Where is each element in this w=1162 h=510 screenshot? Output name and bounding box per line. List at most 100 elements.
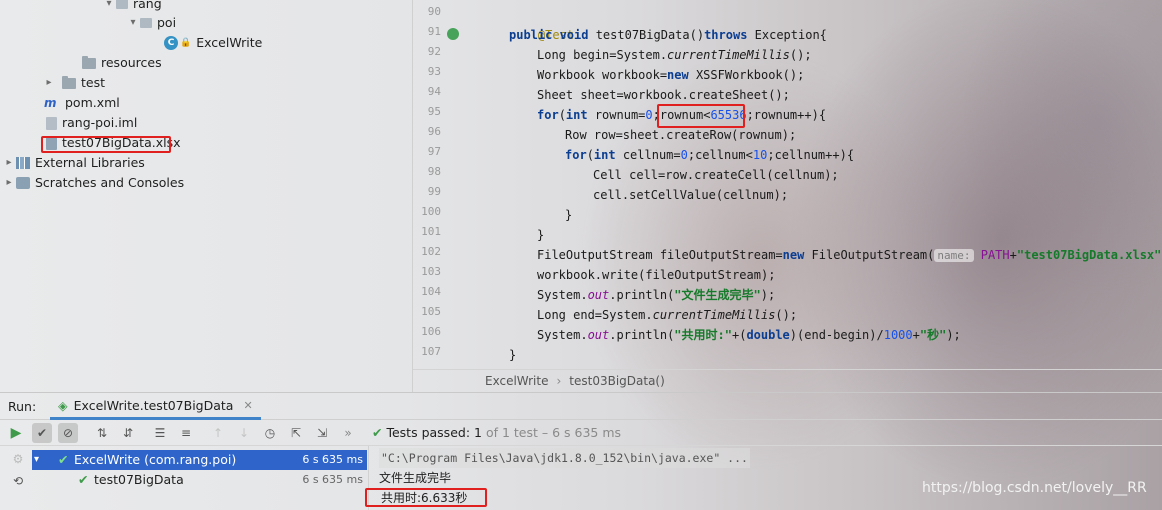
code-token: XSSFWorkbook(); bbox=[695, 68, 805, 82]
line-number: 97 bbox=[427, 145, 441, 158]
code-token: out bbox=[587, 288, 610, 302]
run-test-icon[interactable] bbox=[447, 28, 459, 40]
code-token: for bbox=[565, 148, 587, 162]
expand-all-icon[interactable]: ☰ bbox=[150, 423, 170, 443]
run-header: Run: ◈ ExcelWrite.test07BigData ✕ bbox=[0, 393, 1162, 420]
tree-item-poi[interactable]: ▾ poi bbox=[126, 13, 176, 33]
code-token: ;rownum++){ bbox=[746, 108, 827, 122]
sort-duration-icon[interactable]: ⇵ bbox=[118, 423, 138, 443]
code-token: currentTimeMillis bbox=[652, 308, 776, 322]
line-number: 92 bbox=[427, 45, 441, 58]
code-line-97: for(int cellnum=0;cellnum<10;cellnum++){ bbox=[565, 145, 854, 165]
code-token: cellnum= bbox=[622, 148, 681, 162]
close-icon[interactable]: ✕ bbox=[243, 392, 252, 419]
code-token: PATH bbox=[980, 248, 1010, 262]
code-token: ); bbox=[760, 288, 776, 302]
run-tab[interactable]: ◈ ExcelWrite.test07BigData ✕ bbox=[50, 393, 261, 420]
tree-item-label: rang-poi.iml bbox=[62, 115, 138, 130]
code-token: System. bbox=[537, 328, 588, 342]
test-results-tree: ▾ ✔ ExcelWrite (com.rang.poi) 6 s 635 ms… bbox=[32, 446, 367, 510]
code-line-105: Long end=System.currentTimeMillis(); bbox=[537, 305, 797, 325]
chevron-right-icon[interactable]: ▸ bbox=[2, 173, 16, 193]
console-line: 文件生成完毕 bbox=[379, 471, 452, 485]
code-token: "秒" bbox=[919, 328, 947, 342]
tree-item-iml[interactable]: rang-poi.iml bbox=[46, 113, 137, 133]
breadcrumb-class[interactable]: ExcelWrite bbox=[485, 374, 548, 388]
code-line-90: @Test bbox=[509, 5, 574, 42]
project-tree: ▾ rang ▾ poi C 🔒 ExcelWrite resources ▸ … bbox=[0, 0, 412, 392]
tree-item-label: pom.xml bbox=[65, 95, 120, 110]
code-token: "文件生成完毕" bbox=[674, 288, 761, 302]
tree-item-label: resources bbox=[101, 55, 162, 70]
console-output[interactable]: "C:\Program Files\Java\jdk1.8.0_152\bin\… bbox=[365, 446, 1162, 510]
maven-icon: m bbox=[44, 96, 57, 110]
watermark: https://blog.csdn.net/lovely__RR bbox=[922, 480, 1147, 496]
java-class-icon: C bbox=[164, 36, 178, 50]
chevron-down-icon[interactable]: ▾ bbox=[126, 13, 140, 33]
show-passed-icon[interactable]: ✔ bbox=[32, 422, 52, 443]
code-token: ;cellnum< bbox=[687, 148, 753, 162]
tree-item-resources[interactable]: resources bbox=[82, 53, 162, 73]
libraries-icon bbox=[16, 157, 30, 169]
chevron-right-icon[interactable]: ▸ bbox=[2, 153, 16, 173]
show-ignored-icon[interactable]: ⊘ bbox=[58, 422, 78, 443]
chevron-right-icon[interactable]: ▸ bbox=[42, 73, 56, 93]
restore-layout-icon[interactable]: ⟲ bbox=[8, 471, 28, 491]
breadcrumb: ExcelWrite › test03BigData() bbox=[413, 369, 1162, 392]
code-token: "共用时:" bbox=[674, 328, 732, 342]
module-file-icon bbox=[46, 116, 57, 130]
chevron-down-icon[interactable]: ▾ bbox=[34, 450, 39, 470]
code-token: ); bbox=[946, 328, 961, 342]
code-token: int bbox=[565, 108, 595, 122]
tree-item-scratches[interactable]: ▸ Scratches and Consoles bbox=[2, 173, 184, 193]
code-token: out bbox=[587, 328, 610, 342]
test-row[interactable]: ▾ ✔ ExcelWrite (com.rang.poi) 6 s 635 ms bbox=[32, 450, 367, 470]
tree-item-external-libraries[interactable]: ▸ External Libraries bbox=[2, 153, 145, 173]
export-tests-icon[interactable]: ⇲ bbox=[312, 423, 332, 443]
tree-item-label: External Libraries bbox=[35, 155, 145, 170]
code-token: throws bbox=[704, 28, 755, 42]
passed-check-icon: ✔ bbox=[372, 425, 383, 440]
sort-alpha-icon[interactable]: ⇅ bbox=[92, 423, 112, 443]
passed-check-icon: ✔ bbox=[78, 472, 89, 487]
code-token: ( bbox=[586, 148, 594, 162]
tests-detail-text: of 1 test – 6 s 635 ms bbox=[485, 425, 622, 440]
more-icon[interactable]: » bbox=[338, 423, 358, 443]
tree-item-rang[interactable]: ▾ rang bbox=[102, 0, 162, 14]
test-config-icon: ◈ bbox=[58, 397, 68, 413]
chevron-down-icon[interactable]: ▾ bbox=[102, 0, 116, 14]
run-tab-label: ExcelWrite.test07BigData bbox=[73, 397, 234, 413]
package-icon bbox=[140, 18, 152, 28]
rerun-icon[interactable]: ▶ bbox=[6, 423, 26, 443]
package-icon bbox=[116, 0, 128, 9]
code-line-100: } bbox=[565, 208, 573, 222]
line-number: 107 bbox=[421, 345, 441, 358]
line-number: 101 bbox=[421, 225, 441, 238]
import-tests-icon[interactable]: ⇱ bbox=[286, 423, 306, 443]
code-line-107: } bbox=[509, 348, 517, 362]
code-line-104: System.out.println("文件生成完毕"); bbox=[537, 285, 775, 305]
test-history-icon[interactable]: ◷ bbox=[260, 423, 280, 443]
next-failed-icon[interactable]: ↓ bbox=[234, 423, 254, 443]
lock-icon: 🔒 bbox=[180, 38, 192, 48]
tree-item-test[interactable]: ▸ test bbox=[42, 73, 105, 93]
code-token: test07BigData() bbox=[595, 28, 705, 42]
test-row[interactable]: ✔ test07BigData 6 s 635 ms bbox=[32, 470, 367, 490]
tree-item-pom[interactable]: m pom.xml bbox=[44, 93, 120, 113]
code-token: .println( bbox=[609, 328, 675, 342]
code-line-91: public void test07BigData()throws Except… bbox=[509, 25, 827, 45]
code-line-92: Long begin=System.currentTimeMillis(); bbox=[537, 45, 812, 65]
previous-failed-icon[interactable]: ↑ bbox=[208, 423, 228, 443]
tree-item-excelwrite[interactable]: C 🔒 ExcelWrite bbox=[164, 33, 262, 53]
code-editor[interactable]: 90 91 92 93 94 95 96 97 98 99 100 101 10… bbox=[412, 0, 1162, 392]
collapse-all-icon[interactable]: ≡ bbox=[176, 423, 196, 443]
run-side-toolbar: ⚙ ⟲ bbox=[0, 446, 32, 510]
run-toolbar: ▶ ✔ ⊘ ⇅ ⇵ ☰ ≡ ↑ ↓ ◷ ⇱ ⇲ » ✔ Tests passed… bbox=[0, 420, 1162, 446]
code-line-93: Workbook workbook=new XSSFWorkbook(); bbox=[537, 65, 804, 85]
highlight-box bbox=[365, 488, 487, 507]
code-token: 1000 bbox=[883, 328, 913, 342]
debug-icon[interactable]: ⚙ bbox=[8, 449, 28, 469]
breadcrumb-method[interactable]: test03BigData() bbox=[569, 374, 665, 388]
line-number: 91 bbox=[427, 25, 441, 38]
code-line-103: workbook.write(fileOutputStream); bbox=[537, 268, 776, 282]
